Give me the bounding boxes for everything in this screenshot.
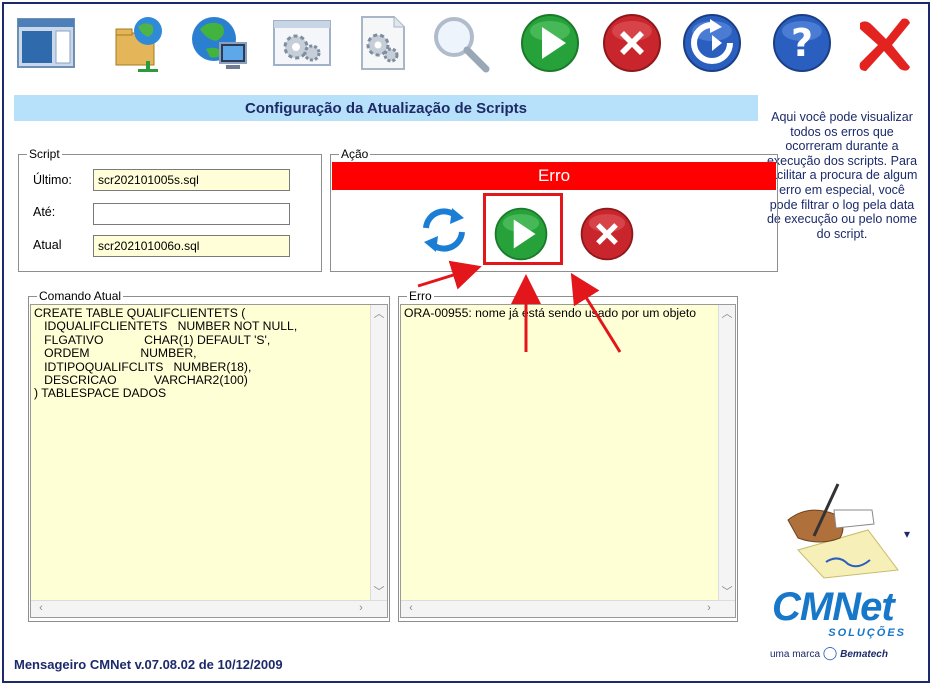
brand-logo: CMNet SOLUÇÕES uma marca ◯ Bematech	[770, 585, 920, 665]
version-footer: Mensageiro CMNet v.07.08.02 de 10/12/200…	[14, 657, 283, 672]
brand-tag-brand: Bematech	[840, 649, 888, 660]
arrow-left	[417, 260, 482, 290]
svg-text:▾: ▾	[904, 527, 910, 541]
bematech-logo-icon: ◯	[822, 645, 838, 660]
arrow-right	[570, 272, 622, 353]
brand-name: CMNet	[772, 585, 895, 629]
signing-hand-icon: ▾	[778, 480, 910, 580]
brand-tag-prefix: uma marca	[770, 649, 821, 660]
brand-sub: SOLUÇÕES	[828, 627, 906, 639]
brand-tagline: uma marca ◯ Bematech	[770, 645, 888, 661]
